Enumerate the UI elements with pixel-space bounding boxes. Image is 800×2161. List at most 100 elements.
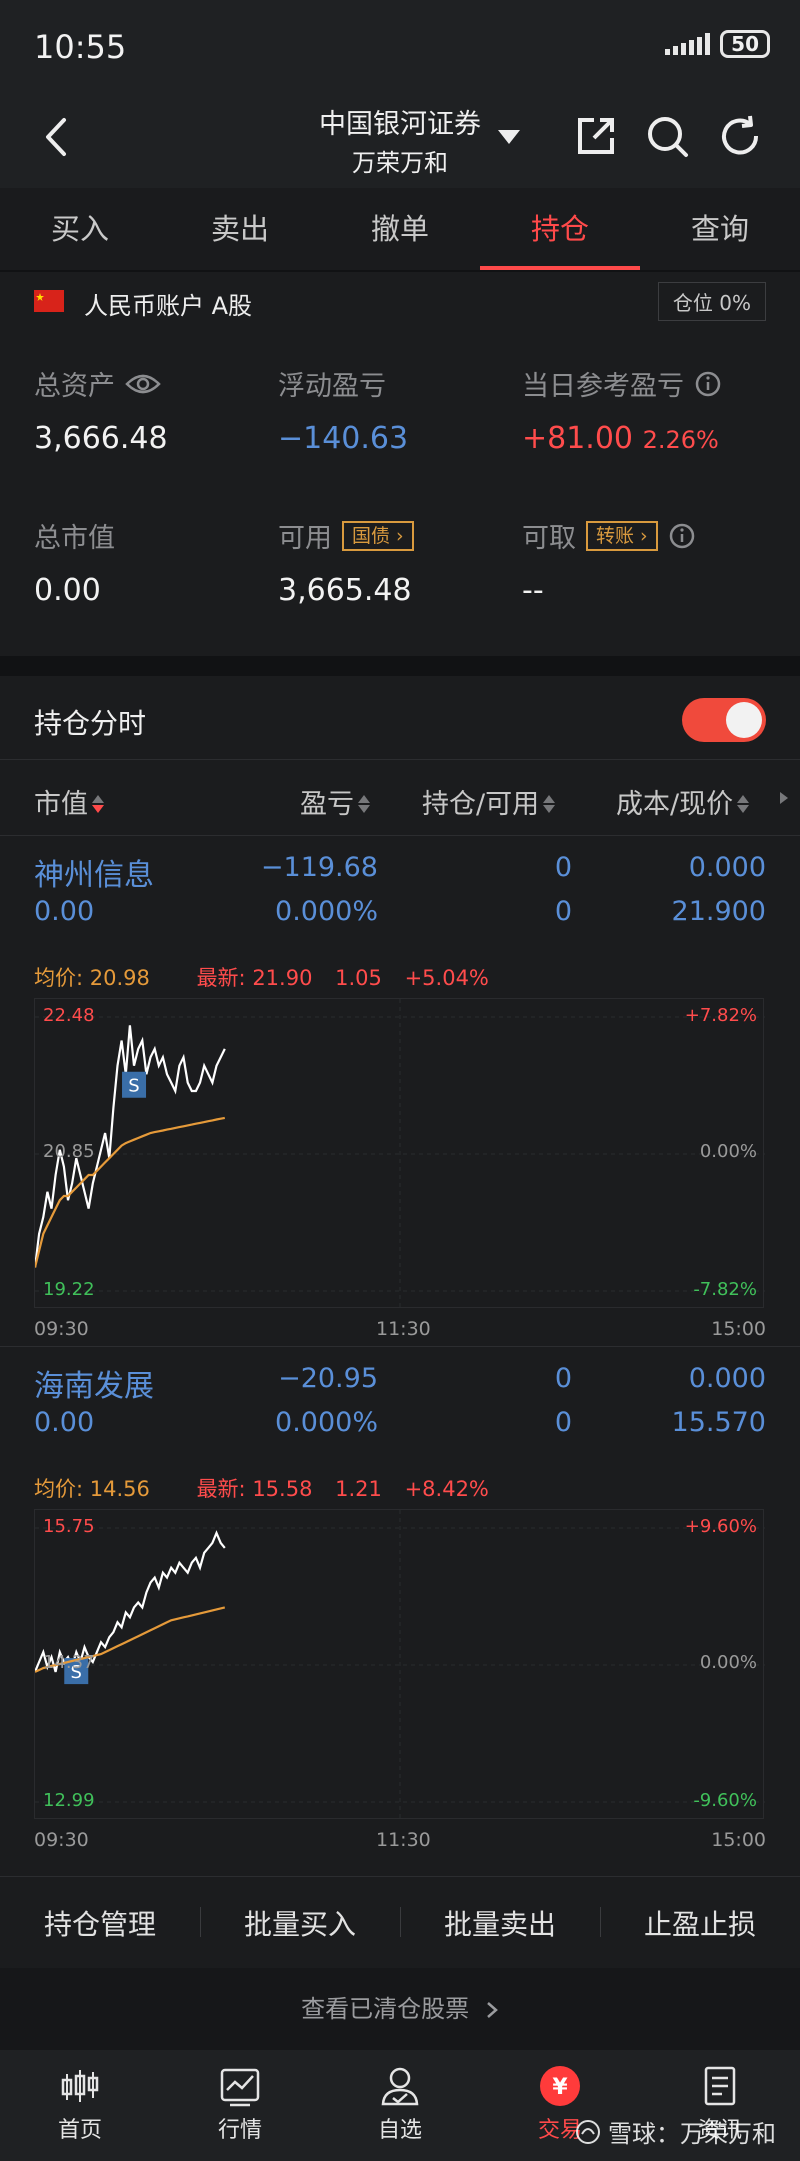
app-header: 中国银河证券 万荣万和 (0, 92, 800, 188)
stock-row[interactable]: 神州信息 0.00 −119.68 0.000% 0 0 0.000 21.90… (0, 836, 800, 1356)
stock-pl-pct: 0.000% (275, 896, 378, 927)
broker-name: 中国银河证券 (319, 109, 481, 140)
tab-query[interactable]: 查询 (640, 188, 800, 270)
account-switcher[interactable]: 中国银河证券 万荣万和 (300, 102, 500, 178)
intraday-toggle-row: 持仓分时 (0, 676, 800, 760)
tab-cancel[interactable]: 撤单 (320, 188, 480, 270)
back-icon[interactable] (38, 114, 78, 160)
total-assets-label: 总资产 (34, 371, 115, 402)
nav-label: 行情 (217, 2118, 262, 2143)
batch-sell-button[interactable]: 批量卖出 (400, 1903, 600, 1943)
sell-marker[interactable]: S (122, 1071, 147, 1098)
time-start: 09:30 (34, 1829, 89, 1851)
axis-high: 15.75 (43, 1516, 95, 1537)
info-icon[interactable] (694, 370, 722, 398)
status-icons: 50 (665, 30, 770, 58)
time-end: 15:00 (711, 1318, 766, 1340)
available-label: 可用 (278, 523, 332, 554)
axis-high: 22.48 (43, 1005, 95, 1026)
share-icon[interactable] (572, 112, 620, 160)
intraday-chart[interactable]: S 22.48 20.85 19.22 +7.82% 0.00% -7.82% (34, 998, 765, 1309)
snowball-logo-icon (576, 2119, 600, 2144)
avg-price: 均价: 20.98 (34, 966, 150, 990)
time-mid: 11:30 (376, 1318, 431, 1340)
position-ratio-badge: 仓位 0% (657, 282, 766, 321)
metric-available: 可用 国债 › 3,665.48 (278, 516, 414, 608)
info-icon[interactable] (668, 522, 696, 550)
available-value: 3,665.48 (278, 573, 412, 608)
sort-icon (543, 795, 557, 813)
account-summary: 人民币账户 A股 仓位 0% 总资产 3,666.48 浮动盈亏 −140.63… (0, 272, 800, 656)
axis-low: 19.22 (43, 1279, 95, 1300)
cleared-stocks-link[interactable]: 查看已清仓股票 (0, 1968, 800, 2050)
daily-pl-value: +81.00 (522, 421, 634, 456)
time-mid: 11:30 (376, 1829, 431, 1851)
stock-pl: −119.68 (260, 852, 378, 883)
search-icon[interactable] (643, 112, 691, 160)
floating-pl-label: 浮动盈亏 (278, 371, 386, 402)
col-pl[interactable]: 盈亏 (300, 782, 372, 821)
stock-name[interactable]: 神州信息 (34, 850, 154, 894)
candlestick-icon (61, 2070, 99, 2102)
price-change-pct: +5.04% (404, 966, 489, 990)
axis-pct-mid: 0.00% (699, 1652, 757, 1673)
intraday-chart[interactable]: S 15.75 14.37 12.99 +9.60% 0.00% -9.60% (34, 1509, 765, 1820)
stock-available: 0 (554, 1407, 572, 1438)
document-icon (704, 2066, 736, 2106)
metric-withdrawable: 可取 转账 › -- (522, 516, 696, 608)
market-value-value: 0.00 (34, 573, 101, 608)
col-cost-price[interactable]: 成本/现价 (616, 782, 751, 821)
stock-market-value: 0.00 (34, 896, 95, 927)
axis-mid: 20.85 (43, 1141, 95, 1162)
stock-market-value: 0.00 (34, 1407, 95, 1438)
sort-icon (737, 795, 751, 813)
total-assets-value: 3,666.48 (34, 421, 168, 456)
stock-name[interactable]: 海南发展 (34, 1361, 154, 1405)
col-hold-available[interactable]: 持仓/可用 (422, 782, 557, 821)
tab-buy[interactable]: 买入 (0, 188, 160, 270)
user-icon (381, 2067, 419, 2106)
nav-home[interactable]: 首页 (0, 2050, 160, 2161)
positions-section: 持仓分时 市值 盈亏 持仓/可用 成本/现价 神州信息 0.00 −119.68… (0, 676, 800, 1876)
avg-price: 均价: 14.56 (34, 1477, 150, 1501)
sort-icon (358, 795, 372, 813)
stock-hold: 0 (554, 852, 572, 883)
stop-profit-loss-button[interactable]: 止盈止损 (600, 1903, 800, 1943)
yuan-icon: ¥ (540, 2066, 580, 2106)
stock-pl: −20.95 (278, 1363, 378, 1394)
nav-market[interactable]: 行情 (160, 2050, 320, 2161)
scroll-right-icon[interactable] (778, 790, 790, 806)
transfer-button[interactable]: 转账 › (586, 520, 658, 551)
daily-pl-pct: 2.26% (642, 426, 719, 454)
col-market-value[interactable]: 市值 (34, 782, 106, 821)
sort-icon (92, 795, 106, 813)
refresh-icon[interactable] (716, 112, 764, 160)
eye-icon[interactable] (125, 372, 161, 396)
metric-market-value: 总市值 0.00 (34, 516, 115, 608)
stock-price: 21.900 (671, 896, 766, 927)
treasury-bond-button[interactable]: 国债 › (342, 520, 414, 551)
daily-pl-label: 当日参考盈亏 (522, 371, 684, 402)
tab-positions[interactable]: 持仓 (480, 188, 640, 270)
axis-pct-low: -9.60% (693, 1790, 757, 1811)
floating-pl-value: −140.63 (278, 421, 409, 456)
batch-buy-button[interactable]: 批量买入 (200, 1903, 400, 1943)
signal-icon (665, 33, 711, 55)
intraday-toggle[interactable] (682, 698, 766, 742)
stock-price: 15.570 (671, 1407, 766, 1438)
manage-positions-button[interactable]: 持仓管理 (0, 1903, 200, 1943)
nav-label: 首页 (57, 2118, 102, 2143)
stock-row[interactable]: 海南发展 0.00 −20.95 0.000% 0 0 0.000 15.570… (0, 1346, 800, 1866)
withdrawable-value: -- (522, 573, 544, 608)
axis-pct-low: -7.82% (693, 1279, 757, 1300)
toggle-knob (726, 702, 762, 738)
stock-cost: 0.000 (688, 852, 766, 883)
caret-down-icon[interactable] (496, 126, 522, 148)
nav-watchlist[interactable]: 自选 (320, 2050, 480, 2161)
time-start: 09:30 (34, 1318, 89, 1340)
status-bar: 10:55 50 (0, 0, 800, 92)
price-change-pct: +8.42% (404, 1477, 489, 1501)
position-table-header: 市值 盈亏 持仓/可用 成本/现价 (0, 760, 800, 836)
tab-sell[interactable]: 卖出 (160, 188, 320, 270)
svg-text:¥: ¥ (552, 2075, 568, 2100)
